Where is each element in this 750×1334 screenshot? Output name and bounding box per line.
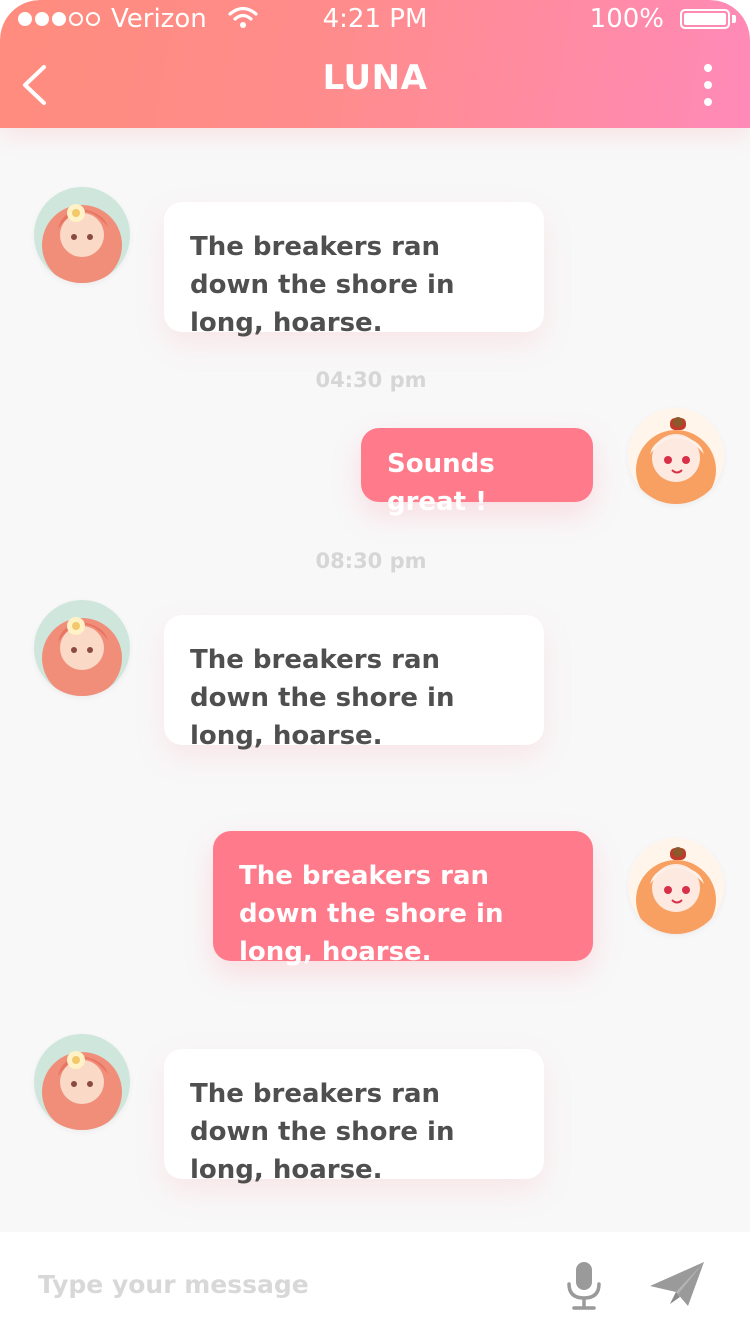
- battery-percentage: 100%: [589, 4, 664, 34]
- message-bubble-incoming[interactable]: The breakers ran down the shore in long,…: [164, 202, 544, 338]
- battery-icon: [680, 9, 730, 29]
- user-avatar[interactable]: [628, 408, 724, 504]
- send-button[interactable]: [648, 1260, 706, 1310]
- message-bubble-outgoing[interactable]: The breakers ran down the shore in long,…: [213, 831, 593, 967]
- chat-screen: Verizon 4:21 PM 100% LUNA The breakers r…: [0, 0, 750, 1334]
- message-bubble-incoming[interactable]: The breakers ran down the shore in long,…: [164, 1049, 544, 1185]
- message-bubble-incoming[interactable]: The breakers ran down the shore in long,…: [164, 615, 544, 751]
- message-input[interactable]: [36, 1260, 520, 1308]
- message-timestamp: 08:30 pm: [315, 549, 427, 573]
- contact-avatar[interactable]: [34, 187, 130, 283]
- chat-header: Verizon 4:21 PM 100% LUNA: [0, 0, 750, 128]
- message-composer: [0, 1232, 750, 1334]
- paper-plane-icon: [650, 1262, 704, 1306]
- chat-title: LUNA: [322, 58, 428, 98]
- status-bar: Verizon 4:21 PM 100%: [0, 0, 750, 40]
- contact-avatar[interactable]: [34, 1034, 130, 1130]
- more-options-button[interactable]: [696, 64, 720, 106]
- user-avatar[interactable]: [628, 838, 724, 934]
- contact-avatar[interactable]: [34, 600, 130, 696]
- message-bubble-outgoing[interactable]: Sounds great !: [361, 428, 593, 517]
- more-vertical-icon: [704, 64, 712, 72]
- microphone-button[interactable]: [564, 1260, 604, 1312]
- microphone-icon: [567, 1262, 601, 1310]
- message-timestamp: 04:30 pm: [315, 368, 427, 392]
